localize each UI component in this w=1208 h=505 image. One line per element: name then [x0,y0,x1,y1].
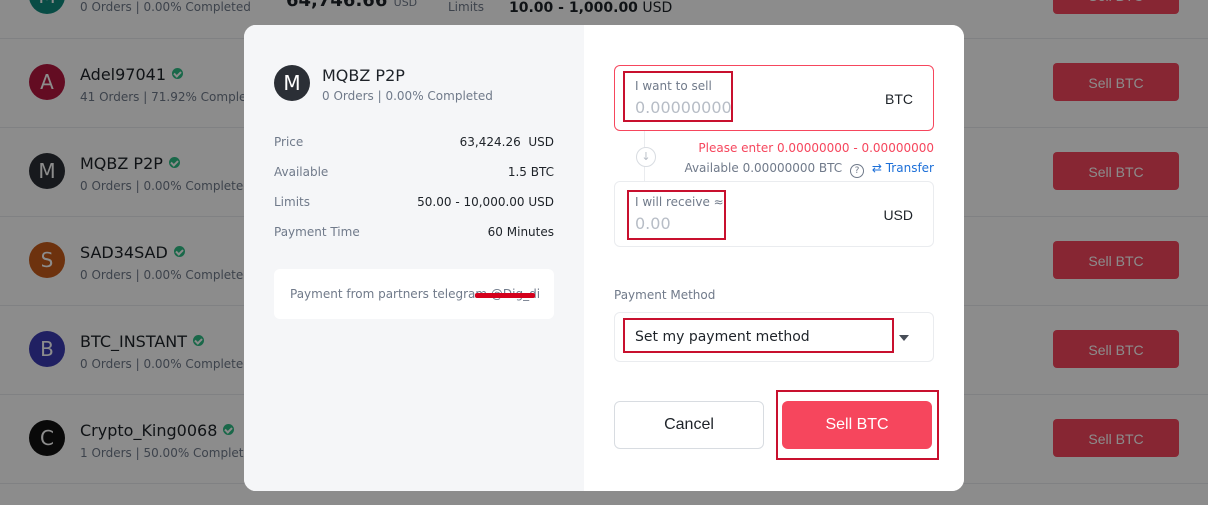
merchant-name: MQBZ P2P [322,66,405,85]
chevron-down-icon [899,335,909,341]
amount-error-message: Please enter 0.00000000 - 0.00000000 [698,141,934,155]
sell-currency: BTC [885,91,913,107]
available-balance-value: 0.00000000 BTC [742,161,843,175]
payment-method-label: Payment Method [614,288,716,302]
merchant-stats: 0 Orders | 0.00% Completed [322,89,493,103]
available-label: Available [274,165,329,179]
limits-value: 50.00 - 10,000.00 USD [417,195,554,209]
price-value: 63,424.26 USD [459,135,554,149]
available-balance: Available 0.00000000 BTC ? ⇄ Transfer [684,161,934,178]
question-circle-icon[interactable]: ? [850,164,865,178]
arrow-down-icon: ↓ [636,147,656,167]
receive-currency: USD [883,207,913,223]
highlight-box [623,71,733,122]
payment-time-value: 60 Minutes [487,225,554,239]
transfer-icon: ⇄ [871,161,882,175]
avatar: M [274,65,310,101]
highlight-box [776,390,939,460]
payment-time-label: Payment Time [274,225,360,239]
order-form: I want to sell BTC ↓ Please enter 0.0000… [584,25,964,491]
highlight-box [627,190,726,240]
limits-label: Limits [274,195,310,209]
highlight-box [623,318,894,353]
available-value: 1.5 BTC [507,165,554,179]
sell-order-dialog: M MQBZ P2P 0 Orders | 0.00% Completed Pr… [244,25,964,491]
cancel-button[interactable]: Cancel [614,401,764,449]
price-label: Price [274,135,304,149]
transfer-link[interactable]: ⇄ Transfer [872,161,934,175]
redaction-mark [475,293,535,298]
merchant-info-panel: M MQBZ P2P 0 Orders | 0.00% Completed Pr… [244,25,584,491]
